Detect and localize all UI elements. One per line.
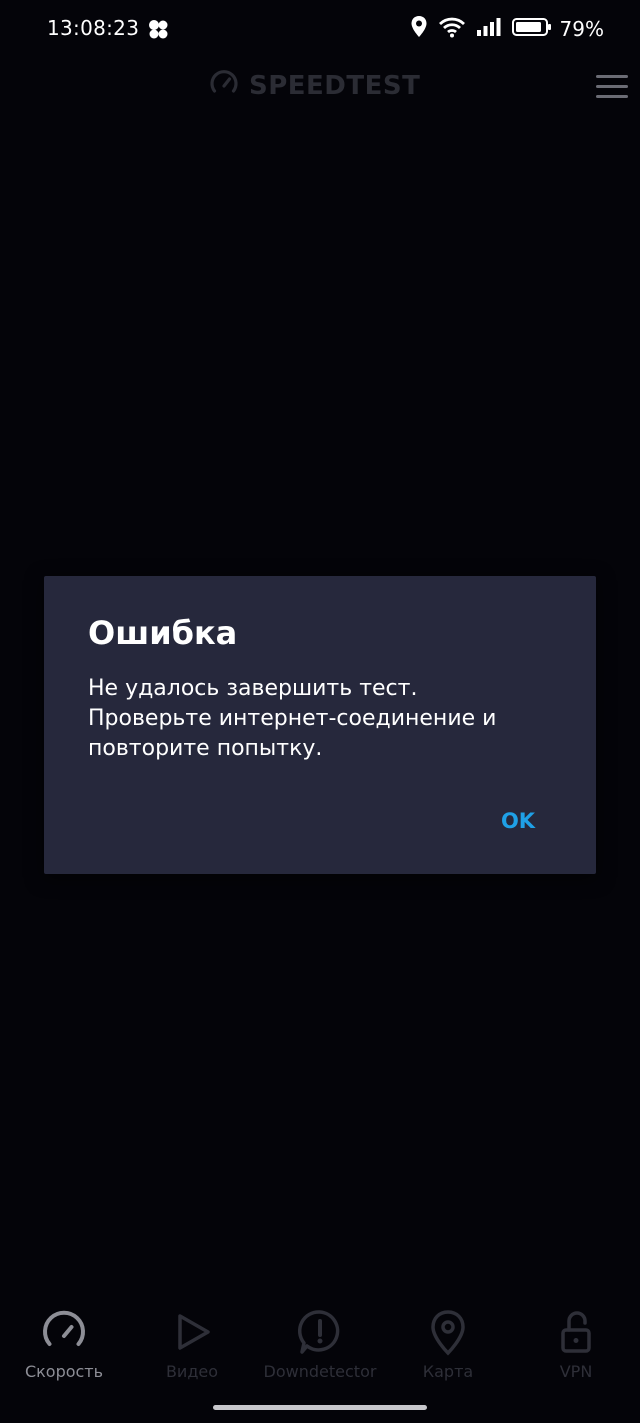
hamburger-menu-icon[interactable] [592,72,628,102]
play-icon [168,1308,216,1356]
brand-name: SPEEDTEST [249,71,421,101]
signal-icon [476,17,502,41]
speedometer-icon [209,69,239,103]
nav-label: Видео [165,1362,219,1381]
map-pin-icon [424,1308,472,1356]
nav-item-speed[interactable]: Скорость [0,1300,128,1390]
nav-label: Карта [422,1362,474,1381]
nav-item-video[interactable]: Видео [128,1300,256,1390]
app-notification-icon [147,18,169,40]
nav-label: VPN [559,1362,593,1381]
app-header: SPEEDTEST [0,58,640,116]
nav-item-map[interactable]: Карта [384,1300,512,1390]
status-bar: 13:08:23 79% [0,0,640,58]
nav-item-downdetector[interactable]: Downdetector [256,1300,384,1390]
brand-logo: SPEEDTEST [209,70,420,102]
error-dialog: Ошибка Не удалось завершить тест. Провер… [44,576,596,874]
alert-bubble-icon [296,1308,344,1356]
nav-label: Скорость [24,1362,104,1381]
wifi-icon [438,16,466,42]
nav-label: Downdetector [263,1362,377,1381]
home-indicator[interactable] [213,1405,427,1410]
status-time: 13:08:23 [47,16,140,40]
speedometer-icon [40,1308,88,1356]
location-icon [410,15,428,43]
unlock-icon [552,1308,600,1356]
ok-button[interactable]: OK [489,803,547,839]
status-indicators: 79% [410,14,604,44]
nav-item-vpn[interactable]: VPN [512,1300,640,1390]
battery-percentage: 79% [559,17,604,41]
dialog-title: Ошибка [88,614,238,652]
bottom-nav: Скорость Видео Downdetector Карта VPN [0,1300,640,1390]
dialog-message: Не удалось завершить тест. Проверьте инт… [88,676,497,761]
battery-icon [511,17,552,41]
